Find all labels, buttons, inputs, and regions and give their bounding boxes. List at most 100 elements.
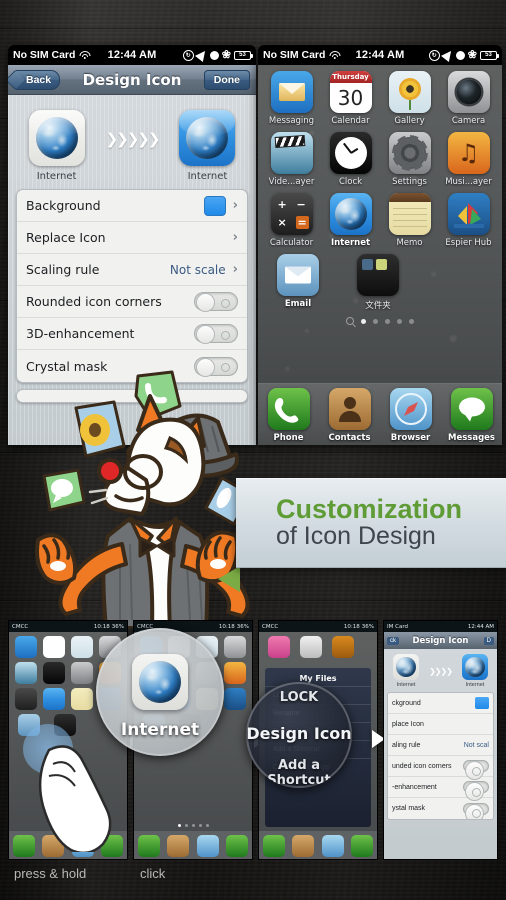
internet-icon[interactable] [329,193,372,235]
page-dot[interactable] [361,318,366,324]
row-scaling-rule[interactable]: Scaling rule Not scale › [17,254,247,286]
rotation-lock-icon: ↻ [182,49,194,61]
row-label: place Icon [392,720,424,728]
rotation-lock-icon: ↻ [428,49,440,61]
transform-arrows-icon: ❯❯❯❯❯ [105,131,161,148]
calculator-icon[interactable]: + − × = [270,193,313,235]
email-icon[interactable] [277,254,319,296]
app-clock[interactable]: Clock [325,132,377,187]
dock-contacts[interactable]: Contacts [324,388,376,443]
back-button[interactable]: Back [14,69,61,90]
clock-label: 10:18 [218,623,235,630]
crystal-mask-toggle[interactable] [463,802,489,819]
app-calculator[interactable]: + − × = Calculator [266,193,318,248]
magnifier-label: Design Icon [246,724,352,743]
battery-icon: 53 [234,50,253,60]
thumb-settings-list: ckground place Icon aling rule Not scal … [387,692,494,820]
dock-phone[interactable]: Phone [263,388,315,443]
calendar-icon[interactable]: Thursday 30 [329,71,372,113]
clown-nose [97,458,123,484]
clock-label: 10:18 [93,623,110,630]
camera-icon[interactable] [447,71,490,113]
row-crystal-mask[interactable]: ystal mask [388,798,493,819]
app-gallery[interactable]: Gallery [384,71,436,126]
clock-label: 10:18 [343,623,360,630]
background-color-swatch[interactable] [203,195,226,216]
background-color-swatch[interactable] [475,697,489,709]
row-rounded-icon-corners[interactable]: Rounded icon corners [17,286,247,318]
row-label: Rounded icon corners [26,294,162,309]
carrier-label: CMCC [12,623,29,630]
promo-banner: Customization of Icon Design [236,478,506,568]
espier-hub-icon[interactable] [447,193,490,235]
settings-icon[interactable] [388,132,431,174]
home-statusbar: No SIM Card 12:44 AM ↻ ❀ 53 [258,45,502,65]
scaling-rule-value: Not scal [463,741,489,749]
app-memo[interactable]: Memo [384,193,436,248]
thumb-statusbar: CMCC 10:18 36% [9,621,127,632]
app-espier-hub[interactable]: Espier Hub [443,193,495,248]
row-replace-icon[interactable]: Replace Icon › [17,222,247,254]
row-scaling-rule[interactable]: aling rule Not scal [388,735,493,756]
music-player-icon[interactable]: ♫ [447,132,490,174]
video-player-icon[interactable] [270,132,313,174]
row-3d-enhancement[interactable]: 3D-enhancement [17,318,247,350]
icon-before[interactable]: Internet [24,110,90,182]
app-video-player[interactable]: Vide...ayer [266,132,318,187]
carrier-label: CMCC [262,623,279,630]
messages-icon[interactable] [450,388,493,430]
app-settings[interactable]: Settings [384,132,436,187]
caption-click: click [140,866,166,881]
tossed-icon-blue-target [74,400,126,458]
phone-icon[interactable] [267,388,310,430]
app-internet[interactable]: Internet [325,193,377,248]
home-wallpaper: Messaging Thursday 30 Calendar Gallery C… [258,65,502,445]
app-music-player[interactable]: ♫ Musi...ayer [443,132,495,187]
browser-icon[interactable] [389,388,432,430]
page-dot[interactable] [385,318,390,324]
row-label: ystal mask [392,805,426,812]
app-calendar[interactable]: Thursday 30 Calendar [325,71,377,126]
messaging-icon[interactable] [270,71,313,113]
row-rounded-icon-corners[interactable]: unded icon corners [388,756,493,780]
app-email[interactable]: Email [272,254,324,311]
search-icon[interactable] [346,317,354,325]
page-dot[interactable] [397,318,402,324]
row-background[interactable]: ckground [388,693,493,714]
app-camera[interactable]: Camera [443,71,495,126]
icon-after[interactable]: Internet [174,110,240,182]
page-indicator[interactable] [262,317,498,325]
rounded-corners-toggle[interactable] [194,292,238,312]
clock-icon[interactable] [329,132,372,174]
memo-icon[interactable] [388,193,431,235]
thumb-statusbar: CMCC 10:18 36% [259,621,377,632]
gallery-icon[interactable] [388,71,431,113]
rounded-corners-toggle[interactable] [463,760,489,780]
dock-browser[interactable]: Browser [385,388,437,443]
preview-label: Internet [396,682,416,688]
page-dot[interactable] [409,318,414,324]
app-label: Gallery [394,116,425,126]
enhancement-3d-toggle[interactable] [194,324,238,344]
contacts-icon[interactable] [328,388,371,430]
clock-label: 12:44 AM [467,623,494,630]
row-3d-enhancement[interactable]: -enhancement [388,777,493,801]
row-background[interactable]: Background › [17,190,247,222]
original-app-icon[interactable] [28,110,85,166]
dock-label: Phone [273,433,304,443]
bluetooth-icon: ❀ [467,48,477,61]
done-button[interactable]: Done [203,69,250,90]
dock: Phone Contacts Browser Messages [258,383,502,445]
dock-messages[interactable]: Messages [446,388,498,443]
thumbnail-design-screen[interactable]: IM Card 12:44 AM ck Design Icon D Intern… [383,620,498,860]
magnifier-design-icon: LOCK Design Icon Add a Shortcut [246,682,352,788]
enhancement-3d-toggle[interactable] [463,781,489,801]
folder-icon[interactable] [357,254,399,296]
row-replace-icon[interactable]: place Icon [388,714,493,735]
designed-app-icon[interactable] [179,110,236,166]
page-dot[interactable] [373,318,378,324]
design-settings-list: Background › Replace Icon › Scaling rule… [16,189,248,383]
app-row-2: Vide...ayer Clock Settings ♫ Musi...ayer [262,132,498,187]
app-folder[interactable]: 文件夹 [352,254,404,311]
app-messaging[interactable]: Messaging [266,71,318,126]
